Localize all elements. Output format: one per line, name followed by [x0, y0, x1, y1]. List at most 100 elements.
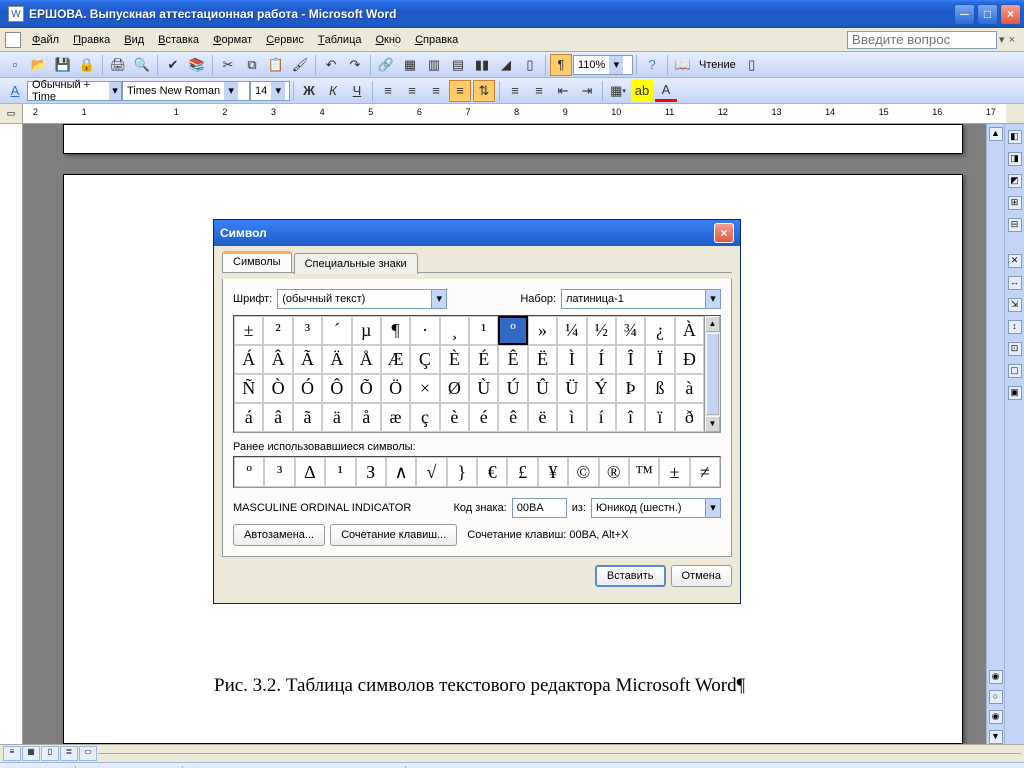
recent-symbol-cell[interactable]: ® — [599, 457, 629, 487]
menubar-close-icon[interactable]: × — [1009, 34, 1015, 46]
symbol-cell[interactable]: ´ — [322, 316, 351, 345]
symbol-grid[interactable]: ±²³´µ¶·¸¹º»¼½¾¿ÀÁÂÃÄÅÆÇÈÉÊËÌÍÎÏÐÑÒÓÔÕÖ×Ø… — [233, 315, 705, 433]
underline-icon[interactable]: Ч — [346, 80, 368, 102]
symbol-cell[interactable]: » — [528, 316, 557, 345]
symbol-cell[interactable]: ß — [645, 374, 674, 403]
align-center-icon[interactable]: ≡ — [401, 80, 423, 102]
oval-icon[interactable]: ○ — [259, 765, 281, 768]
symbol-cell[interactable]: ¹ — [469, 316, 498, 345]
symbol-cell[interactable]: Ö — [381, 374, 410, 403]
symbol-cell[interactable]: ì — [557, 403, 586, 432]
zoom-combo[interactable]: 110%▾ — [573, 55, 633, 75]
wordart-icon[interactable]: A — [307, 765, 329, 768]
justify-icon[interactable]: ≡ — [449, 80, 471, 102]
recent-symbol-cell[interactable]: ³ — [264, 457, 294, 487]
symbol-cell[interactable]: Ä — [322, 345, 351, 374]
line-icon[interactable]: ╲ — [187, 765, 209, 768]
menu-файл[interactable]: Файл — [25, 30, 66, 50]
size-combo[interactable]: 14▾ — [250, 81, 290, 101]
diagram-icon[interactable]: ◈ — [331, 765, 353, 768]
menu-справка[interactable]: Справка — [408, 30, 465, 50]
undo-icon[interactable]: ↶ — [320, 54, 342, 76]
web-view-icon[interactable]: ▦ — [22, 746, 40, 761]
copy-icon[interactable]: ⧉ — [241, 54, 263, 76]
next-page-btn[interactable]: ◉ — [989, 710, 1003, 724]
scroll-down-btn[interactable]: ▼ — [989, 730, 1003, 744]
side-btn-11[interactable]: ▢ — [1008, 364, 1022, 378]
scroll-up-icon[interactable]: ▲ — [705, 316, 720, 332]
dialog-titlebar[interactable]: Символ × — [214, 220, 740, 246]
recent-symbols[interactable]: º³Δ¹З∧√}€£¥©®™±≠ — [233, 456, 721, 488]
help-icon[interactable]: ? — [641, 54, 663, 76]
recent-symbol-cell[interactable]: ¹ — [325, 457, 355, 487]
close-button[interactable]: × — [1000, 4, 1021, 25]
scroll-thumb[interactable] — [706, 333, 719, 415]
line-spacing-icon[interactable]: ⇅ — [473, 80, 495, 102]
symbol-cell[interactable]: è — [440, 403, 469, 432]
minimize-button[interactable]: ─ — [954, 4, 975, 25]
symbol-cell[interactable]: Õ — [352, 374, 381, 403]
symbol-cell[interactable]: ê — [498, 403, 527, 432]
symbol-cell[interactable]: ± — [234, 316, 263, 345]
cancel-button[interactable]: Отмена — [671, 565, 732, 587]
symbol-cell[interactable]: Â — [263, 345, 292, 374]
symbol-cell[interactable]: Ê — [498, 345, 527, 374]
indent-icon[interactable]: ⇥ — [576, 80, 598, 102]
side-btn-10[interactable]: ⊡ — [1008, 342, 1022, 356]
horizontal-ruler[interactable]: 211234567891011121314151617 — [23, 104, 1006, 123]
symbol-cell[interactable]: ð — [675, 403, 704, 432]
from-combo[interactable]: Юникод (шестн.)▾ — [591, 498, 721, 518]
arrow-style-icon[interactable]: ⇄ — [530, 765, 552, 768]
symbol-cell[interactable]: Ë — [528, 345, 557, 374]
symbol-cell[interactable]: î — [616, 403, 645, 432]
scroll-up-btn[interactable]: ▲ — [989, 127, 1003, 141]
recent-symbol-cell[interactable]: £ — [507, 457, 537, 487]
insert-table-icon[interactable]: ▥ — [423, 54, 445, 76]
side-btn-5[interactable]: ⊟ — [1008, 218, 1022, 232]
symbol-cell[interactable]: Ã — [293, 345, 322, 374]
recent-symbol-cell[interactable]: Δ — [295, 457, 325, 487]
menu-таблица[interactable]: Таблица — [311, 30, 369, 50]
research-icon[interactable]: 📚 — [186, 54, 208, 76]
symbol-cell[interactable]: é — [469, 403, 498, 432]
outline-view-icon[interactable]: ≣ — [60, 746, 78, 761]
prev-page-btn[interactable]: ◉ — [989, 670, 1003, 684]
symbol-cell[interactable]: Í — [587, 345, 616, 374]
style-combo[interactable]: Обычный + Time▾ — [27, 81, 122, 101]
select-arrow-icon[interactable]: ↖ — [80, 765, 102, 768]
side-btn-12[interactable]: ▣ — [1008, 386, 1022, 400]
recent-symbol-cell[interactable]: º — [234, 457, 264, 487]
recent-symbol-cell[interactable]: ≠ — [690, 457, 720, 487]
symbol-cell[interactable]: ï — [645, 403, 674, 432]
numbering-icon[interactable]: ≡ — [504, 80, 526, 102]
textbox-icon[interactable]: ▣ — [283, 765, 305, 768]
menu-сервис[interactable]: Сервис — [259, 30, 311, 50]
align-left-icon[interactable]: ≡ — [377, 80, 399, 102]
symbol-cell[interactable]: Ô — [322, 374, 351, 403]
symbol-cell[interactable]: Æ — [381, 345, 410, 374]
permissions-icon[interactable]: 🔒 — [76, 54, 98, 76]
fill-color-icon[interactable]: 🪣 — [410, 765, 432, 768]
page-workspace[interactable]: Рис. 3.2. Таблица символов текстового ре… — [23, 124, 986, 744]
recent-symbol-cell[interactable]: ∧ — [386, 457, 416, 487]
symbol-cell[interactable]: ç — [410, 403, 439, 432]
line-style-icon[interactable]: ≡ — [482, 765, 504, 768]
symbol-cell[interactable]: Û — [528, 374, 557, 403]
symbol-cell[interactable]: Ú — [498, 374, 527, 403]
set-combo[interactable]: латиница-1▾ — [561, 289, 721, 309]
print-view-icon[interactable]: ▯ — [41, 746, 59, 761]
bold-icon[interactable]: Ж — [298, 80, 320, 102]
symbol-cell[interactable]: Ç — [410, 345, 439, 374]
ruler-corner[interactable]: ▭ — [0, 104, 23, 123]
symbol-cell[interactable]: × — [410, 374, 439, 403]
arrow-icon[interactable]: ↘ — [211, 765, 233, 768]
symbol-cell[interactable]: Þ — [616, 374, 645, 403]
grid-scrollbar[interactable]: ▲ ▼ — [705, 315, 721, 433]
symbol-cell[interactable]: ¾ — [616, 316, 645, 345]
docmap-icon[interactable]: ▯ — [519, 54, 541, 76]
symbol-cell[interactable]: à — [675, 374, 704, 403]
preview-icon[interactable]: 🔍 — [131, 54, 153, 76]
recent-symbol-cell[interactable]: € — [477, 457, 507, 487]
side-btn-8[interactable]: ⇲ — [1008, 298, 1022, 312]
symbol-cell[interactable]: Ù — [469, 374, 498, 403]
